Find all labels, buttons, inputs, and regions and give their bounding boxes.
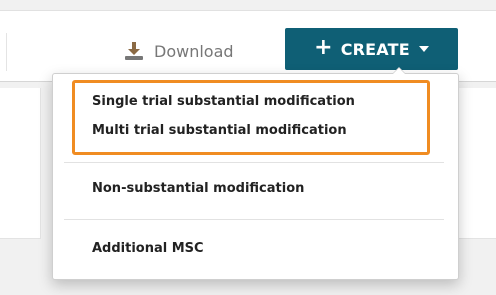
background-panel-left <box>0 88 41 239</box>
menu-item-label: Non-substantial modification <box>92 180 305 196</box>
menu-item-label: Multi trial substantial modification <box>92 122 347 138</box>
menu-item-label: Single trial substantial modification <box>92 93 355 109</box>
caret-down-icon <box>418 46 429 52</box>
dropdown-pointer <box>393 68 405 74</box>
create-label: CREATE <box>340 39 410 59</box>
plus-icon: + <box>314 35 333 60</box>
menu-item-additional-msc[interactable]: Additional MSC <box>92 237 204 259</box>
download-label: Download <box>154 41 234 61</box>
menu-item-non-substantial-modification[interactable]: Non-substantial modification <box>92 177 304 199</box>
download-icon <box>125 42 143 60</box>
menu-item-label: Additional MSC <box>92 240 204 256</box>
toolbar-divider <box>6 33 7 71</box>
menu-divider <box>64 162 444 163</box>
menu-item-single-trial-substantial-modification[interactable]: Single trial substantial modification <box>92 90 355 112</box>
menu-divider <box>64 219 444 220</box>
create-button[interactable]: + CREATE <box>285 28 458 70</box>
background-panel-right <box>454 88 496 239</box>
menu-item-multi-trial-substantial-modification[interactable]: Multi trial substantial modification <box>92 119 347 141</box>
download-button[interactable]: Download <box>122 37 234 65</box>
